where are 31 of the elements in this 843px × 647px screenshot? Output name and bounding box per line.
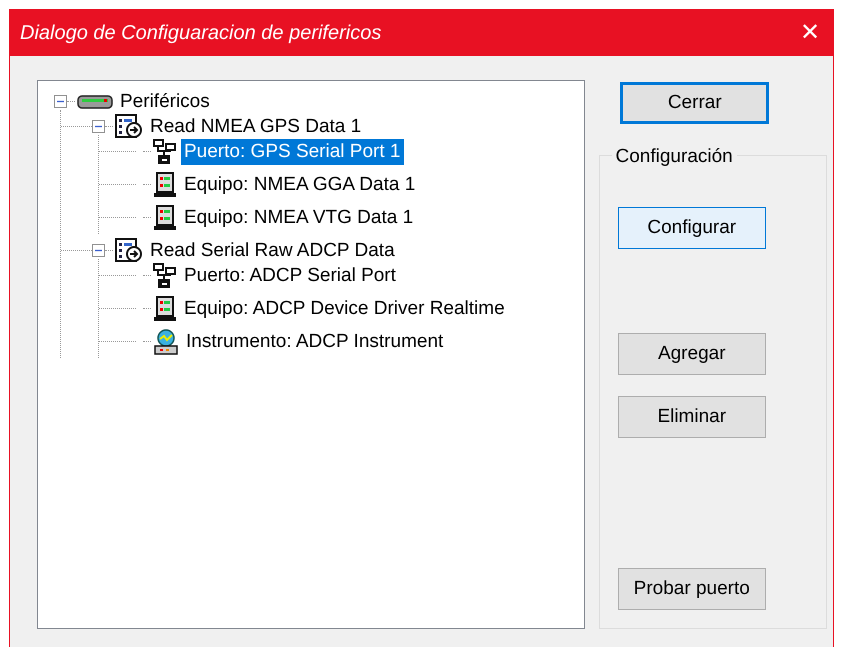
minus-icon bbox=[57, 98, 64, 105]
tree-item[interactable]: Equipo: NMEA GGA Data 1 bbox=[181, 172, 418, 198]
tree-item[interactable]: Periféricos bbox=[117, 88, 213, 114]
globe-instrument-icon bbox=[153, 328, 179, 354]
drive-icon bbox=[77, 94, 113, 110]
tree-item[interactable]: Puerto: ADCP Serial Port bbox=[181, 262, 399, 288]
tree-item[interactable]: Read Serial Raw ADCP Data bbox=[147, 238, 398, 264]
server-icon bbox=[153, 296, 177, 322]
collapse-toggle[interactable] bbox=[92, 120, 105, 133]
test-port-button[interactable]: Probar puerto bbox=[618, 568, 766, 610]
tree-item[interactable]: Read NMEA GPS Data 1 bbox=[147, 114, 364, 140]
tree-item[interactable]: Instrumento: ADCP Instrument bbox=[183, 328, 446, 354]
add-button[interactable]: Agregar bbox=[618, 333, 766, 375]
network-port-icon bbox=[153, 262, 177, 288]
server-icon bbox=[153, 172, 177, 198]
close-button[interactable]: ✕ bbox=[787, 10, 833, 56]
minus-icon bbox=[95, 123, 102, 130]
tree-item[interactable]: Equipo: NMEA VTG Data 1 bbox=[181, 204, 416, 230]
configure-button[interactable]: Configurar bbox=[618, 207, 766, 249]
process-icon bbox=[115, 114, 143, 140]
tree-item[interactable]: Equipo: ADCP Device Driver Realtime bbox=[181, 296, 508, 322]
server-icon bbox=[153, 204, 177, 230]
minus-icon bbox=[95, 247, 102, 254]
close-dialog-button[interactable]: Cerrar bbox=[620, 82, 770, 124]
window-title: Dialogo de Configuaracion de perifericos bbox=[20, 21, 382, 46]
process-icon bbox=[115, 238, 143, 264]
collapse-toggle[interactable] bbox=[54, 95, 67, 108]
delete-button[interactable]: Eliminar bbox=[618, 396, 766, 438]
collapse-toggle[interactable] bbox=[92, 244, 105, 257]
tree-item[interactable]: Puerto: GPS Serial Port 1 bbox=[181, 138, 404, 164]
network-port-icon bbox=[153, 138, 177, 164]
